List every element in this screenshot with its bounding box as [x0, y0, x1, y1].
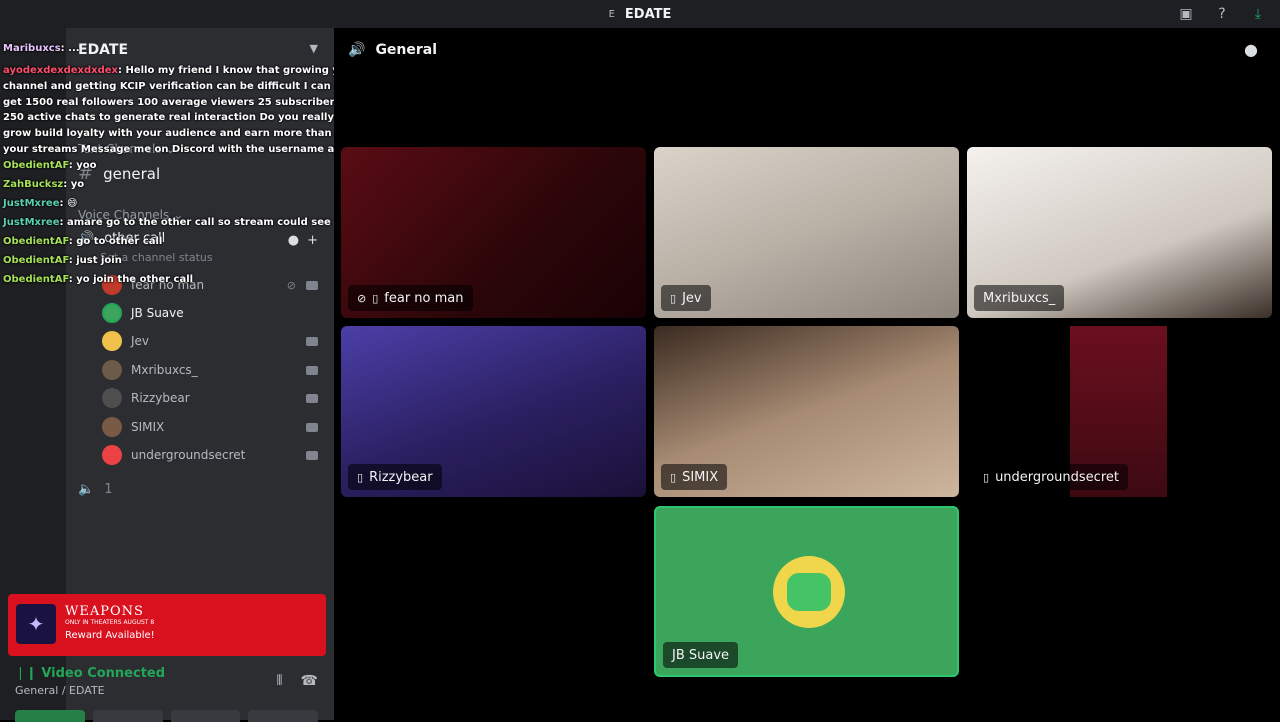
promo-title: WEAPONS [65, 604, 144, 619]
server-badge: E [608, 8, 615, 20]
camera-button[interactable] [15, 710, 85, 722]
noise-suppression-icon[interactable]: ⦀ [276, 673, 282, 689]
chevron-down-icon[interactable]: ▼ [310, 42, 318, 55]
camera-icon [306, 336, 318, 346]
promo-banner[interactable]: ✦ WEAPONS ONLY IN THEATERS AUGUST 8 Rewa… [8, 594, 326, 656]
screen-icon[interactable]: ▣ [1176, 4, 1196, 24]
video-tile[interactable]: ▯ SIMIX [654, 326, 959, 497]
avatar [102, 303, 122, 323]
camera-icon [306, 365, 318, 375]
phone-icon: ▯ [670, 470, 677, 484]
chat-message: JustMxree: 😄 [3, 198, 78, 209]
voice-member[interactable]: Mxribuxcs_ [102, 358, 324, 382]
chat-message: ayodexdexdexdxdex: Hello my friend I kno… [3, 65, 386, 155]
video-tile[interactable]: ▯ Rizzybear [341, 326, 646, 497]
avatar [102, 388, 122, 408]
help-icon[interactable]: ? [1212, 4, 1232, 24]
channel-title: General [375, 42, 438, 58]
participant-label: ▯ Rizzybear [348, 464, 442, 490]
chat-bubble-icon[interactable]: ● [1244, 40, 1258, 59]
participant-label: ▯ SIMIX [661, 464, 728, 490]
avatar [102, 360, 122, 380]
signal-icon: ❘❙ [15, 666, 37, 681]
window-title: EDATE [624, 6, 672, 22]
chat-message: ObedientAF: go to other call [3, 236, 163, 247]
video-tile[interactable]: Mxribuxcs_ [967, 147, 1272, 318]
participant-label: JB Suave [663, 642, 739, 668]
star-icon: ✦ [16, 604, 56, 644]
avatar [773, 556, 845, 628]
camera-icon [306, 393, 318, 403]
speaker-icon: 🔊 [348, 42, 366, 58]
camera-icon [306, 280, 318, 290]
video-stage: 🔊 General ● ⊘ ▯ fear no man ▯ Jev Mxribu… [334, 28, 1280, 720]
participant-label: ▯ undergroundsecret [974, 464, 1128, 490]
chat-message: Maribuxcs: ... [3, 43, 80, 54]
chat-message: ObedientAF: yoo [3, 160, 97, 171]
add-user-icon[interactable]: + [307, 233, 318, 248]
phone-icon: ▯ [372, 291, 379, 305]
voice-member[interactable]: Rizzybear [102, 386, 324, 410]
chat-message: JustMxree: amare go to the other call so… [3, 217, 331, 228]
camera-icon [306, 450, 318, 460]
avatar [102, 417, 122, 437]
mic-muted-icon: ⊘ [357, 291, 367, 305]
connection-location: General / EDATE [15, 684, 105, 697]
voice-member[interactable]: JB Suave [102, 301, 324, 325]
phone-icon: ▯ [983, 470, 990, 484]
voice-member[interactable]: Jev [102, 329, 324, 353]
soundboard-button[interactable] [248, 710, 318, 722]
chat-message: ObedientAF: just join [3, 255, 122, 266]
video-tile-speaking[interactable]: JB Suave [654, 506, 959, 677]
chat-bubble-icon[interactable]: ● [288, 233, 299, 248]
video-tile[interactable]: ▯ undergroundsecret [967, 326, 1272, 497]
title-bar: E EDATE ▣ ? ⤓ [0, 0, 1280, 28]
connection-status[interactable]: ❘❙ Video Connected [15, 666, 165, 681]
chat-message: ZahBucksz: yo [3, 179, 85, 190]
activity-button[interactable] [170, 710, 241, 722]
voice-channel-count[interactable]: 🔈 1 [78, 482, 112, 497]
channel-label: general [103, 164, 161, 183]
camera-icon [306, 422, 318, 432]
avatar [102, 445, 122, 465]
speaker-icon: 🔈 [78, 482, 95, 497]
promo-subtitle: ONLY IN THEATERS AUGUST 8 [65, 619, 155, 626]
video-tile[interactable]: ⊘ ▯ fear no man [341, 147, 646, 318]
video-tile[interactable]: ▯ Jev [654, 147, 959, 318]
phone-icon: ▯ [670, 291, 677, 305]
voice-member[interactable]: SIMIX [102, 415, 324, 439]
promo-reward: Reward Available! [65, 630, 155, 641]
channel-header: 🔊 General ● [334, 28, 1280, 72]
participant-label: ⊘ ▯ fear no man [348, 285, 473, 311]
participant-label: ▯ Jev [661, 285, 711, 311]
download-icon[interactable]: ⤓ [1248, 4, 1268, 24]
screen-share-button[interactable] [92, 710, 163, 722]
phone-icon: ▯ [357, 470, 364, 484]
mic-muted-icon: ⊘ [286, 278, 296, 292]
chat-message: ObedientAF: yo join the other call [3, 274, 194, 285]
participant-label: Mxribuxcs_ [974, 285, 1065, 311]
voice-member[interactable]: undergroundsecret [102, 443, 324, 467]
avatar [102, 331, 122, 351]
server-name: EDATE [78, 42, 129, 58]
disconnect-icon[interactable]: ☎ [301, 673, 318, 689]
